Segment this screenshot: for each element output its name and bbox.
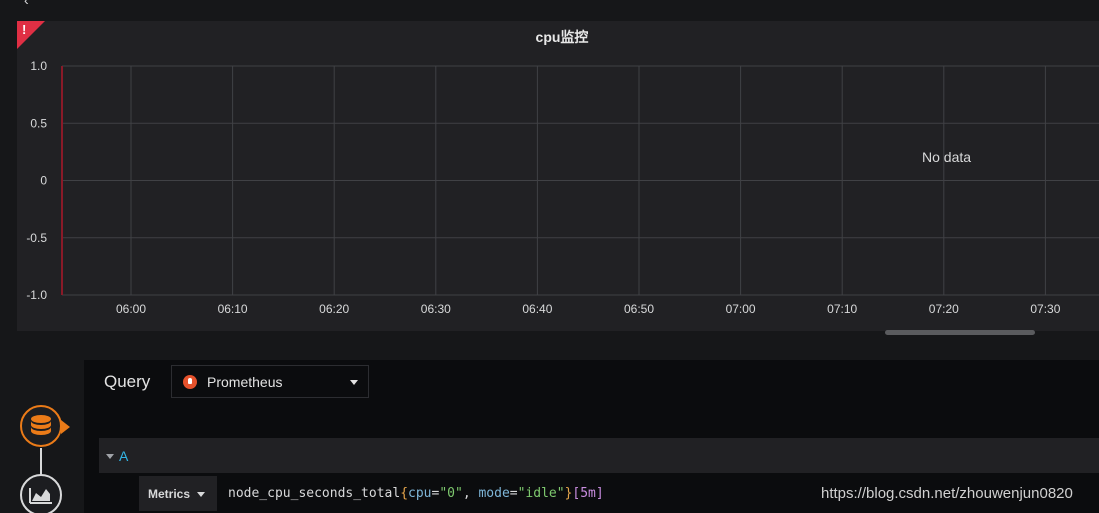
value-cpu: "0" <box>439 486 463 501</box>
collapse-caret-icon[interactable] <box>106 454 114 459</box>
x-tick-label: 07:20 <box>929 302 959 316</box>
prometheus-icon <box>183 375 197 389</box>
visualization-tab[interactable] <box>20 474 62 513</box>
x-tick-label: 06:20 <box>319 302 349 316</box>
value-mode: "idle" <box>517 486 565 501</box>
x-tick-label: 06:50 <box>624 302 654 316</box>
y-tick-label: 1.0 <box>30 59 47 73</box>
label-cpu: cpu <box>408 486 432 501</box>
graph-panel: ! cpu监控 1.0 0.5 0 -0.5 -1.0 06:00 06:10 06:20 06… <box>17 21 1099 331</box>
back-arrow-icon[interactable]: ‹ <box>24 0 29 8</box>
y-tick-label: 0.5 <box>30 116 47 130</box>
query-row-header[interactable]: A <box>99 438 1099 473</box>
x-tick-label: 07:00 <box>726 302 756 316</box>
brace-open: { <box>400 486 409 501</box>
x-tick-label: 07:30 <box>1030 302 1060 316</box>
y-tick-label: 0 <box>40 174 47 188</box>
separator: , <box>462 486 479 501</box>
page: ‹ ! cpu监控 1.0 0.5 0 -0.5 -1.0 06:00 06:10 06:20… <box>0 0 1099 513</box>
range-selector: [5m] <box>572 486 604 501</box>
watermark-text: https://blog.csdn.net/zhouwenjun0820 <box>821 485 1073 502</box>
y-tick-label: -0.5 <box>26 231 47 245</box>
caret-down-icon <box>350 380 358 385</box>
query-ref-id: A <box>119 448 129 464</box>
x-tick-label: 06:30 <box>421 302 451 316</box>
metrics-button-label: Metrics <box>148 487 191 501</box>
x-tick-label: 06:10 <box>218 302 248 316</box>
y-tick-label: -1.0 <box>26 288 47 302</box>
x-tick-label: 06:40 <box>522 302 552 316</box>
database-icon <box>31 415 51 435</box>
label-mode: mode <box>478 486 510 501</box>
datasource-picker[interactable]: Prometheus <box>171 365 369 398</box>
queries-tab[interactable] <box>20 405 70 447</box>
x-tick-label: 07:10 <box>827 302 857 316</box>
promql-expression: node_cpu_seconds_total{cpu="0", mode="id… <box>228 486 604 501</box>
metrics-button[interactable]: Metrics <box>139 476 217 511</box>
metric-name: node_cpu_seconds_total <box>228 486 401 501</box>
caret-down-icon <box>197 492 205 497</box>
x-tick-label: 06:00 <box>116 302 146 316</box>
horizontal-scrollbar[interactable] <box>885 330 1035 335</box>
graph-canvas: 1.0 0.5 0 -0.5 -1.0 06:00 06:10 06:20 06:30 06:40… <box>26 59 1099 316</box>
no-data-message: No data <box>922 149 972 165</box>
datasource-name: Prometheus <box>207 374 283 390</box>
query-label: Query <box>104 372 151 391</box>
eq-2: = <box>509 486 518 501</box>
visualization-icon <box>29 488 52 504</box>
